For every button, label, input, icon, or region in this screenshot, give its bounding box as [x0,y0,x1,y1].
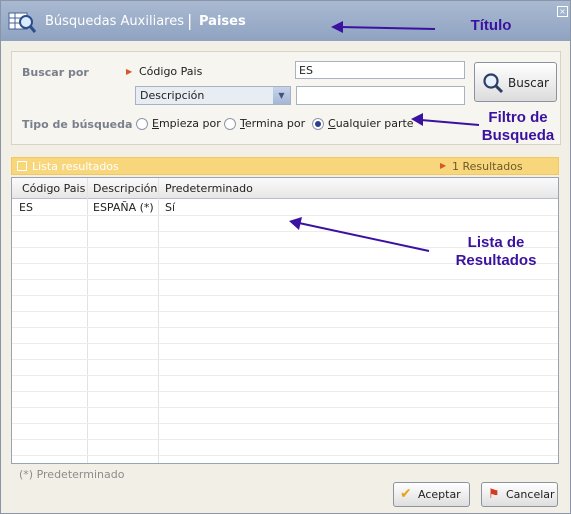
radio-anywhere-label: Cualquier parte [328,117,414,130]
column-divider [158,178,159,463]
search-by-label: Buscar por [22,66,89,79]
radio-starts-with-label: Empieza por [152,117,221,130]
row-line [12,391,558,392]
accept-button-label: Aceptar [418,488,461,501]
cancel-button[interactable]: ⚑ Cancelar [481,482,558,507]
search-button[interactable]: Buscar [474,62,557,102]
cancel-button-label: Cancelar [506,488,555,501]
close-icon[interactable]: × [557,6,568,17]
results-count: 1 Resultados [452,160,523,173]
column-header-default[interactable]: Predeterminado [165,182,253,195]
country-code-input[interactable]: ES [295,61,465,79]
results-annotation: Lista de Resultados [455,234,537,269]
column-header-code[interactable]: Código Pais [22,182,85,195]
table-row[interactable]: ES ESPAÑA (*) Sí [12,199,558,215]
magnifier-icon [483,73,504,94]
row-line [12,231,558,232]
select-value: Descripción [140,89,205,102]
row-line [12,279,558,280]
row-line [12,327,558,328]
default-legend: (*) Predeterminado [19,468,125,481]
search-field-select[interactable]: Descripción ▼ [135,86,291,105]
collapse-icon[interactable] [17,161,27,171]
radio-ends-with[interactable] [224,118,236,130]
cancel-flag-icon: ⚑ [488,487,500,502]
cell-code: ES [19,201,33,214]
results-bar-label: Lista resultados [32,160,119,173]
row-line [12,455,558,456]
row-line [12,311,558,312]
chevron-down-icon[interactable]: ▼ [273,87,290,104]
window-subtitle: Paises [199,14,246,29]
row-line [12,423,558,424]
cell-description: ESPAÑA (*) [93,201,154,214]
radio-starts-with[interactable] [136,118,148,130]
search-type-label: Tipo de búsqueda [22,118,133,131]
filter-annotation: Filtro de Busqueda [481,109,555,144]
dialog-window: Búsquedas Auxiliares | Paises × Título B… [0,0,571,514]
accept-button[interactable]: ✔ Aceptar [393,482,470,507]
results-table: Código Pais Descripción Predeterminado E… [11,177,559,464]
check-icon: ✔ [400,486,412,502]
filter-annotation-arrow [411,113,480,126]
search-button-label: Buscar [508,76,549,90]
title-separator: | [187,11,193,30]
title-annotation: Título [470,17,512,34]
row-line [12,295,558,296]
title-annotation-arrow [331,21,436,33]
search-table-icon [8,12,37,33]
column-header-description[interactable]: Descripción [93,182,157,195]
window-title: Búsquedas Auxiliares [45,14,185,29]
field-label: Código Pais [139,65,203,78]
radio-ends-with-label: Termina por [240,117,306,130]
row-line [12,343,558,344]
column-divider [87,178,88,463]
description-input[interactable] [296,86,465,105]
field-marker-icon: ▶ [126,67,133,76]
row-line [12,407,558,408]
results-annotation-arrow [289,217,430,252]
radio-anywhere[interactable] [312,118,324,130]
results-header-bar: Lista resultados ▶ 1 Resultados [11,157,559,175]
row-line [12,359,558,360]
row-line [12,215,558,216]
row-line [12,439,558,440]
count-marker-icon: ▶ [440,161,447,170]
cell-default: Sí [165,201,176,214]
table-header: Código Pais Descripción Predeterminado [12,178,558,199]
row-line [12,375,558,376]
